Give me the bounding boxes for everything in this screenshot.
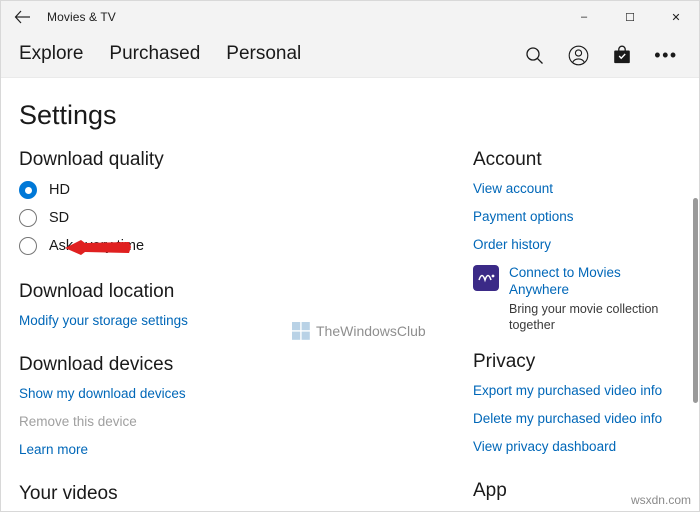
page-title: Settings	[19, 100, 117, 130]
watermark: TheWindowsClub	[291, 321, 426, 341]
title-bar: Movies & TV – ☐ ✕	[1, 1, 699, 33]
link-learn-more[interactable]: Learn more	[19, 442, 431, 457]
maximize-button[interactable]: ☐	[607, 1, 653, 33]
account-heading: Account	[473, 149, 542, 170]
watermark-text: TheWindowsClub	[316, 323, 426, 339]
vertical-scrollbar[interactable]	[693, 198, 698, 403]
download-quality-heading: Download quality	[19, 149, 164, 170]
download-location-heading: Download location	[19, 281, 175, 302]
settings-content: Settings Download quality HD SD Ask ever…	[1, 78, 699, 511]
nav-icon-group: •••	[521, 42, 683, 68]
tab-explore[interactable]: Explore	[19, 43, 83, 67]
tab-personal[interactable]: Personal	[226, 43, 301, 67]
connect-movies-anywhere-subtitle: Bring your movie collection together	[509, 301, 659, 332]
link-show-my-download-devices[interactable]: Show my download devices	[19, 386, 431, 401]
connect-movies-anywhere-text: Connect to Movies Anywhere Bring your mo…	[509, 265, 681, 333]
search-icon[interactable]	[521, 42, 547, 68]
link-view-account[interactable]: View account	[473, 181, 681, 196]
right-column: Account View account Payment options Ord…	[431, 149, 681, 511]
minimize-button[interactable]: –	[561, 1, 607, 33]
watermark-logo-icon	[291, 321, 311, 341]
radio-sd-label: SD	[49, 210, 70, 226]
navigation-bar: Explore Purchased Personal •••	[1, 33, 699, 78]
link-view-privacy-dashboard[interactable]: View privacy dashboard	[473, 439, 681, 454]
radio-ask-indicator[interactable]	[19, 237, 37, 255]
radio-hd-indicator[interactable]	[19, 181, 37, 199]
radio-sd-indicator[interactable]	[19, 209, 37, 227]
radio-option-sd[interactable]: SD	[19, 209, 431, 227]
window-controls: – ☐ ✕	[561, 1, 699, 33]
download-devices-heading: Download devices	[19, 354, 174, 375]
link-payment-options[interactable]: Payment options	[473, 209, 681, 224]
store-bag-icon[interactable]	[609, 42, 635, 68]
connect-movies-anywhere-row[interactable]: Connect to Movies Anywhere Bring your mo…	[473, 265, 681, 333]
link-delete-purchased-video-info[interactable]: Delete my purchased video info	[473, 411, 681, 426]
app-title: Movies & TV	[47, 10, 116, 24]
account-icon[interactable]	[565, 42, 591, 68]
radio-hd-label: HD	[49, 182, 70, 198]
close-button[interactable]: ✕	[653, 1, 699, 33]
text-remove-this-device-disabled: Remove this device	[19, 414, 137, 429]
bottom-watermark: wsxdn.com	[630, 493, 691, 507]
movies-tv-window: Movies & TV – ☐ ✕ Explore Purchased Pers…	[0, 0, 700, 512]
tab-purchased[interactable]: Purchased	[109, 43, 200, 67]
back-button[interactable]	[1, 1, 43, 33]
movies-anywhere-icon	[473, 265, 499, 291]
your-videos-heading: Your videos	[19, 483, 118, 504]
annotation-arrow-icon	[63, 237, 133, 259]
radio-option-hd[interactable]: HD	[19, 181, 431, 199]
link-export-purchased-video-info[interactable]: Export my purchased video info	[473, 383, 681, 398]
more-options-icon[interactable]: •••	[653, 42, 679, 68]
connect-movies-anywhere-title[interactable]: Connect to Movies Anywhere	[509, 265, 681, 299]
link-order-history[interactable]: Order history	[473, 237, 681, 252]
privacy-heading: Privacy	[473, 351, 536, 373]
